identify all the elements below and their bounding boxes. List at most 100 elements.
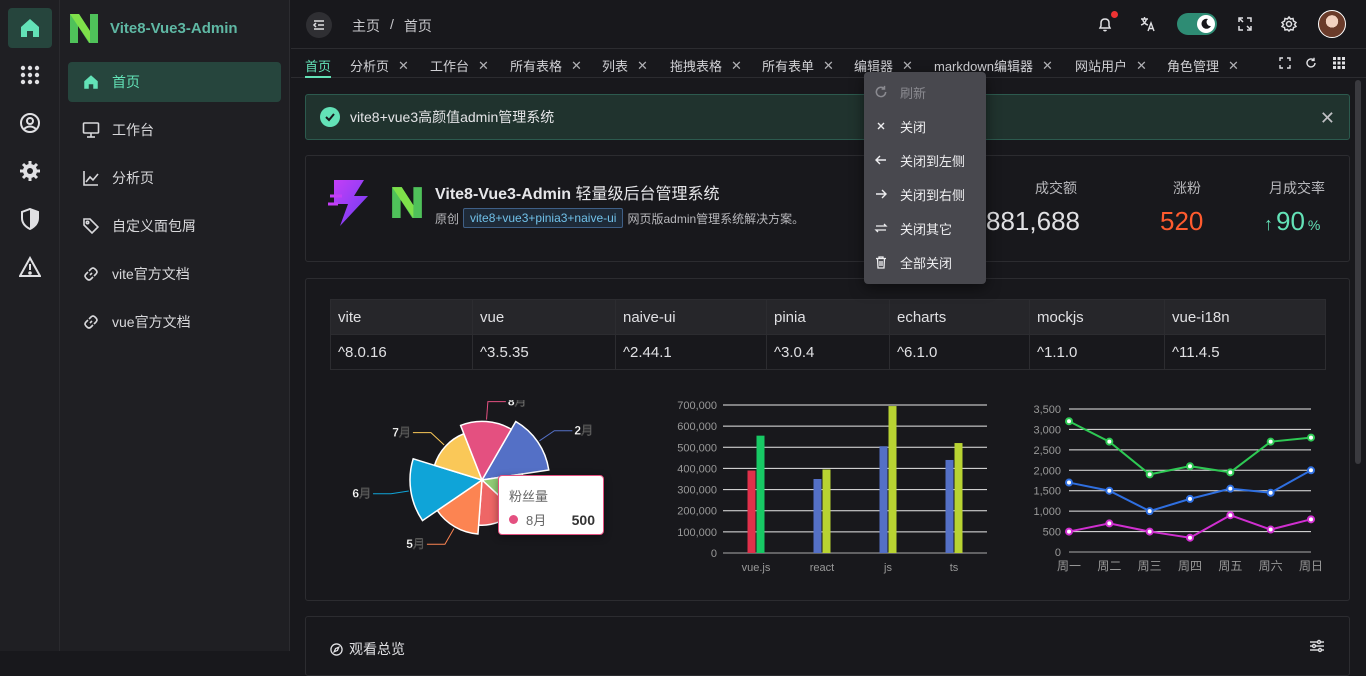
tab-all-tables[interactable]: 所有表格 ✕ xyxy=(510,56,582,75)
x-tick-label: 周日 xyxy=(1299,559,1323,573)
brand: Vite8-Vue3-Admin xyxy=(68,8,238,48)
ctx-close-others[interactable]: 关闭其它 xyxy=(874,216,952,240)
rose-label: 7月 xyxy=(392,426,411,440)
menu-item-vite-docs[interactable]: vite官方文档 xyxy=(68,254,281,294)
ctx-close-right[interactable]: 关闭到右侧 xyxy=(874,182,965,206)
menu-label: 分析页 xyxy=(112,170,154,186)
shield-icon[interactable] xyxy=(8,199,52,239)
stat-label-rate: 月成交率 xyxy=(1269,180,1325,196)
x-tick-label: ts xyxy=(950,562,959,574)
home-icon[interactable] xyxy=(8,8,52,48)
menu-item-analysis[interactable]: 分析页 xyxy=(68,158,281,198)
y-tick-label: 700,000 xyxy=(677,400,717,412)
rose-label-line xyxy=(412,432,445,446)
menu-item-vue-docs[interactable]: vue官方文档 xyxy=(68,302,281,342)
ctx-close-left[interactable]: 关闭到左侧 xyxy=(874,148,965,172)
menu-item-home[interactable]: 首页 xyxy=(68,62,281,102)
expand-icon xyxy=(1279,57,1291,69)
theme-toggle[interactable] xyxy=(1177,13,1217,35)
menu-label: vite官方文档 xyxy=(112,266,190,282)
refresh-tab-button[interactable] xyxy=(1303,53,1319,73)
bar xyxy=(879,446,888,553)
data-point xyxy=(1307,433,1315,442)
data-point xyxy=(1105,519,1114,528)
rose-label-line xyxy=(373,490,409,495)
ctx-close[interactable]: 关闭 xyxy=(874,114,926,138)
apps-icon[interactable] xyxy=(8,55,52,95)
tab-home[interactable]: 首页 xyxy=(305,56,331,75)
intro-subtitle: 原创 vite8+vue3+pinia3+naive-ui 网页版admin管理… xyxy=(435,208,804,228)
stat-value-fans: 520 xyxy=(1160,206,1204,236)
menu-label: 自定义面包屑 xyxy=(112,218,196,234)
x-tick-label: 周三 xyxy=(1138,559,1162,573)
notification-button[interactable] xyxy=(1094,11,1118,35)
data-point xyxy=(1145,527,1154,536)
bar xyxy=(756,435,765,553)
x-tick-label: 周一 xyxy=(1057,559,1081,573)
rose-label: 2月 xyxy=(574,424,593,438)
stat-label-fans: 涨粉 xyxy=(1173,180,1201,196)
bar xyxy=(954,443,963,553)
breadcrumb-home[interactable]: 主页 xyxy=(352,16,380,36)
stat-value-turnover: 881,688 xyxy=(986,206,1080,236)
overview-card: 观看总览 xyxy=(305,616,1350,676)
tab-role-management[interactable]: 角色管理 ✕ xyxy=(1167,56,1239,75)
tab-site-users[interactable]: 网站用户 ✕ xyxy=(1075,56,1147,75)
close-icon[interactable]: ✕ xyxy=(1320,108,1335,129)
ctx-close-all[interactable]: 全部关闭 xyxy=(874,250,952,274)
chart-icon xyxy=(83,171,99,186)
tab-list[interactable]: 列表 ✕ xyxy=(602,56,648,75)
menu-label: 首页 xyxy=(112,74,140,90)
close-icon[interactable]: ✕ xyxy=(823,58,834,74)
data-point xyxy=(1186,533,1194,542)
link-icon xyxy=(84,267,98,281)
close-icon[interactable]: ✕ xyxy=(398,58,409,74)
y-tick-label: 500,000 xyxy=(677,442,717,454)
language-button[interactable] xyxy=(1137,13,1159,35)
y-tick-label: 0 xyxy=(1055,547,1061,559)
overview-header: 观看总览 xyxy=(330,639,405,659)
data-point xyxy=(1105,437,1114,446)
close-icon[interactable]: ✕ xyxy=(637,58,648,74)
y-tick-label: 3,000 xyxy=(1033,424,1061,436)
x-tick-label: vue.js xyxy=(742,562,771,574)
bar xyxy=(822,469,831,553)
settings-button[interactable] xyxy=(1278,13,1300,35)
scrollbar[interactable] xyxy=(1355,80,1361,464)
tab-analysis[interactable]: 分析页 ✕ xyxy=(350,56,409,75)
tab-drag-table[interactable]: 拖拽表格 ✕ xyxy=(670,56,742,75)
rose-label-line xyxy=(486,401,506,420)
tab-workbench[interactable]: 工作台 ✕ xyxy=(430,56,489,75)
bar-chart[interactable]: 0 100,000 200,000 300,000 400,000 500,000 600,… xyxy=(630,395,1000,585)
version-table: vite vue naive-ui pinia echarts mockjs vue-i18… xyxy=(330,299,1326,370)
user-icon[interactable] xyxy=(8,103,52,143)
tabs-more-button[interactable] xyxy=(1331,53,1347,73)
menu-item-workbench[interactable]: 工作台 xyxy=(68,110,281,150)
close-icon[interactable]: ✕ xyxy=(1042,58,1053,74)
warning-icon[interactable] xyxy=(8,247,52,287)
y-tick-label: 2,000 xyxy=(1033,465,1061,477)
close-icon[interactable]: ✕ xyxy=(731,58,742,74)
tab-all-forms[interactable]: 所有表单 ✕ xyxy=(762,56,834,75)
expand-icon xyxy=(1238,17,1252,31)
tabs-fullscreen-button[interactable] xyxy=(1277,53,1293,73)
data-point xyxy=(1065,478,1073,487)
avatar[interactable] xyxy=(1318,10,1346,38)
line-chart[interactable]: 0 500 1,000 1,500 2,000 2,500 3,000 3,500 周一 周二 周三… xyxy=(1010,398,1345,583)
close-icon[interactable]: ✕ xyxy=(1228,58,1239,74)
close-icon[interactable]: ✕ xyxy=(478,58,489,74)
menu-item-custom-breadcrumb[interactable]: 自定义面包屑 xyxy=(68,206,281,246)
data-point xyxy=(1266,437,1275,446)
x-tick-label: js xyxy=(883,562,892,574)
close-icon[interactable]: ✕ xyxy=(1136,58,1147,74)
x-tick-label: 周四 xyxy=(1178,559,1202,573)
rose-label: 5月 xyxy=(406,537,425,551)
menu-label: 工作台 xyxy=(112,122,154,138)
fullscreen-button[interactable] xyxy=(1234,13,1256,35)
gear-icon[interactable] xyxy=(8,151,52,191)
data-point xyxy=(1145,470,1154,479)
notification-dot xyxy=(1111,11,1118,18)
close-icon[interactable]: ✕ xyxy=(571,58,582,74)
collapse-menu-button[interactable] xyxy=(306,12,332,38)
breadcrumb: 主页 / 首页 xyxy=(352,16,432,36)
